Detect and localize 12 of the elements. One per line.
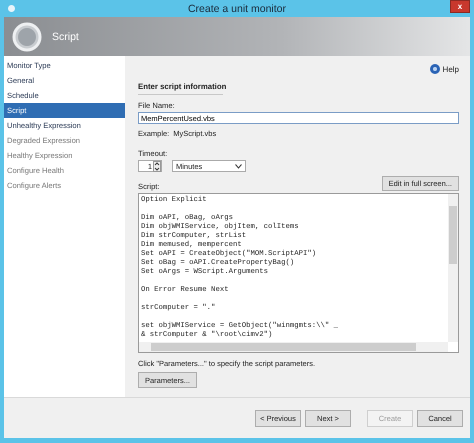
spinner-arrows-icon [153, 160, 161, 172]
script-editor[interactable] [138, 193, 459, 353]
page-title: Script [52, 30, 79, 42]
window-title: Create a unit monitor [188, 2, 286, 14]
help-icon [430, 64, 440, 74]
help-link[interactable]: Help [430, 64, 459, 74]
horizontal-scrollbar[interactable] [139, 342, 448, 352]
close-button[interactable]: x [450, 0, 470, 13]
app-icon [8, 5, 15, 12]
circle-icon [12, 22, 42, 52]
chevron-down-icon [235, 164, 242, 168]
vertical-scrollbar[interactable] [448, 194, 458, 342]
